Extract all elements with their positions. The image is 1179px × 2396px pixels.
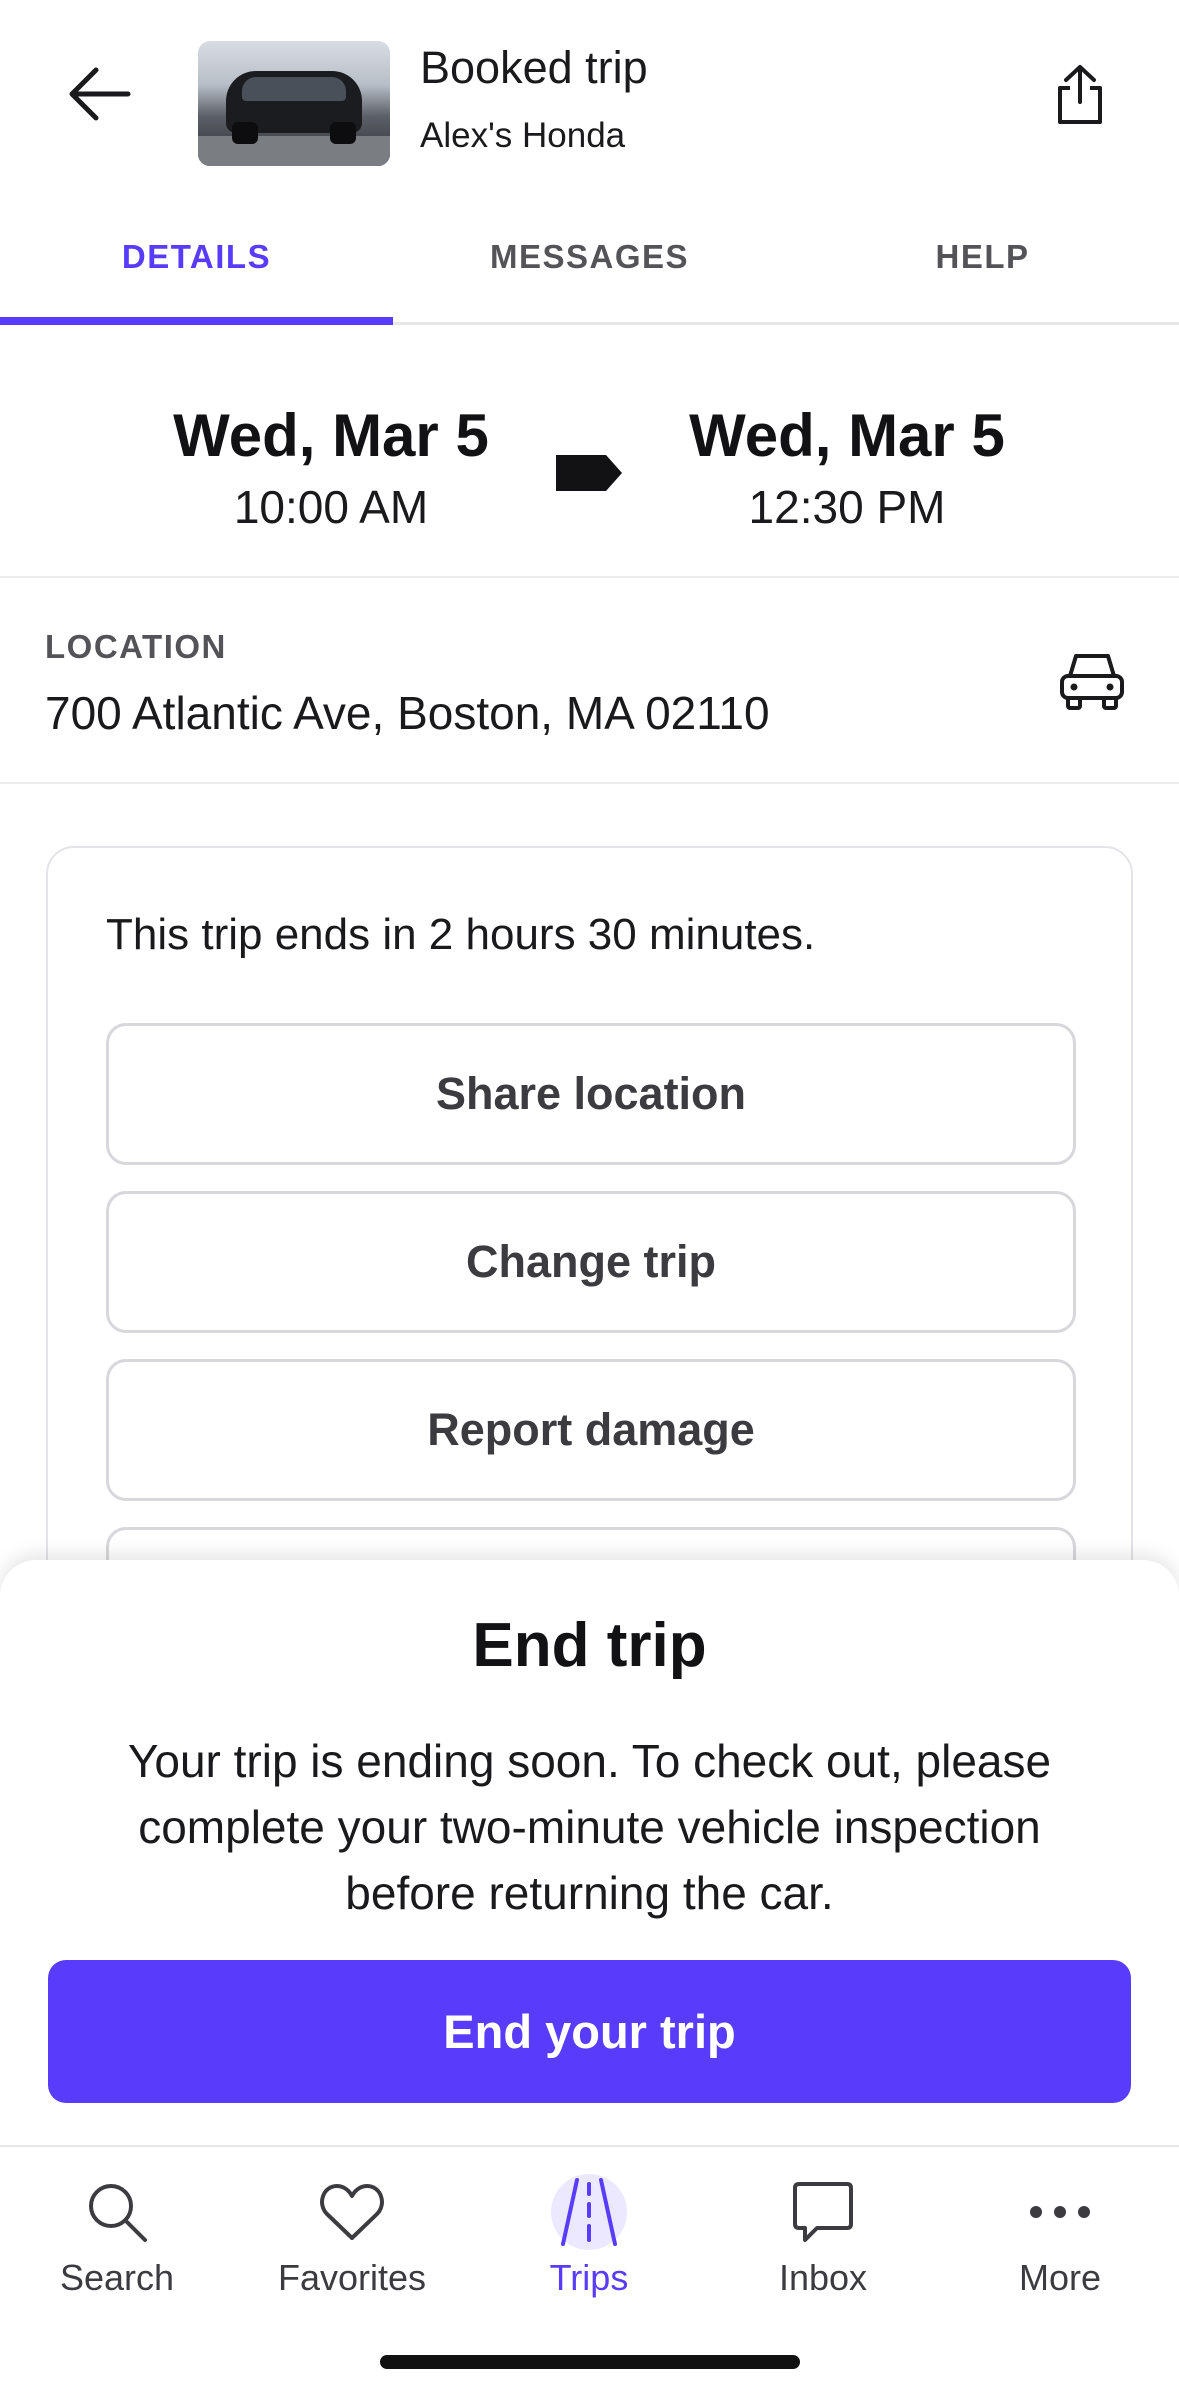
tab-help[interactable]: HELP [786, 210, 1179, 322]
end-time: 12:30 PM [748, 481, 946, 533]
report-damage-button[interactable]: Report damage [106, 1359, 1076, 1501]
sheet-title: End trip [472, 1611, 707, 1680]
car-icon[interactable] [1058, 648, 1126, 712]
change-trip-button[interactable]: Change trip [106, 1191, 1076, 1333]
chat-icon [793, 2182, 853, 2242]
trip-remaining-message: This trip ends in 2 hours 30 minutes. [106, 910, 816, 959]
start-day: Wed, Mar 5 [173, 402, 489, 469]
nav-label-inbox: Inbox [778, 2257, 868, 2298]
trip-end: Wed, Mar 5 12:30 PM [667, 401, 1027, 534]
nav-item-inbox[interactable]: Inbox [723, 2167, 923, 2299]
nav-label-more: More [1018, 2257, 1102, 2298]
arrow-left-icon [69, 67, 131, 121]
car-name: Alex's Honda [420, 116, 626, 155]
nav-item-more[interactable]: More [960, 2167, 1160, 2299]
share-button[interactable] [1040, 55, 1120, 135]
nav-item-favorites[interactable]: Favorites [252, 2167, 452, 2299]
arrow-right-icon [556, 455, 622, 491]
end-trip-sheet: End trip Your trip is ending soon. To ch… [0, 1560, 1179, 2145]
tab-details[interactable]: DETAILS [0, 210, 393, 325]
nav-label-favorites: Favorites [277, 2257, 427, 2298]
home-indicator[interactable] [380, 2355, 800, 2369]
nav-label-search: Search [59, 2257, 175, 2298]
location-address: 700 Atlantic Ave, Boston, MA 02110 [45, 687, 770, 739]
heart-icon [320, 2184, 384, 2240]
trip-dates: Wed, Mar 5 10:00 AM Wed, Mar 5 12:30 PM [0, 325, 1179, 578]
share-location-button[interactable]: Share location [106, 1023, 1076, 1165]
location-section[interactable]: LOCATION 700 Atlantic Ave, Boston, MA 02… [0, 578, 1179, 784]
tab-bar: DETAILS MESSAGES HELP [0, 210, 1179, 325]
road-icon [551, 2174, 627, 2250]
nav-label-trips: Trips [549, 2257, 629, 2298]
nav-item-search[interactable]: Search [17, 2167, 217, 2299]
end-your-trip-button[interactable]: End your trip [48, 1960, 1131, 2103]
tab-messages[interactable]: MESSAGES [393, 210, 786, 322]
more-icon [1030, 2206, 1090, 2218]
location-label: LOCATION [45, 628, 227, 665]
sheet-description: Your trip is ending soon. To check out, … [127, 1735, 1052, 1919]
nav-item-trips[interactable]: Trips [489, 2167, 689, 2299]
trip-actions-card: This trip ends in 2 hours 30 minutes. Sh… [46, 846, 1133, 1669]
share-icon [1058, 65, 1102, 124]
header: Booked trip Alex's Honda [0, 0, 1179, 190]
trip-start: Wed, Mar 5 10:00 AM [151, 401, 511, 534]
end-day: Wed, Mar 5 [689, 402, 1005, 469]
search-icon [89, 2184, 147, 2242]
start-time: 10:00 AM [233, 481, 429, 533]
back-button[interactable] [56, 50, 144, 138]
car-thumbnail [198, 41, 390, 166]
page-title: Booked trip [420, 42, 648, 93]
